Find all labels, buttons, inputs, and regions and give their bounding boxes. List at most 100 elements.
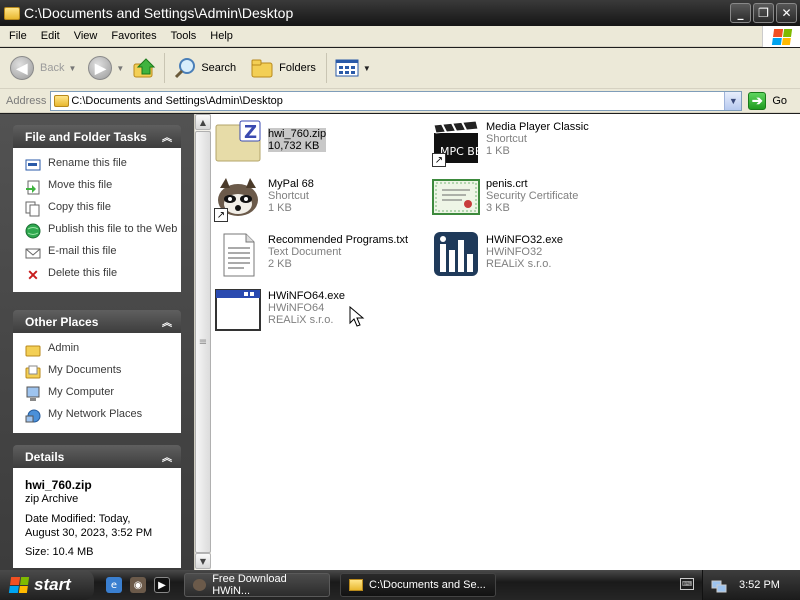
menu-help[interactable]: Help — [203, 30, 240, 42]
window-controls: _ ❐ ✕ — [730, 3, 797, 23]
place-label: My Documents — [48, 364, 122, 376]
network-tray-icon[interactable] — [711, 577, 727, 593]
file-item[interactable]: HWiNFO32.exe HWiNFO32 REALiX s.r.o. — [432, 230, 563, 278]
place-admin[interactable]: Admin — [25, 339, 181, 361]
address-input[interactable]: C:\Documents and Settings\Admin\Desktop … — [50, 90, 743, 111]
task-email[interactable]: E-mail this file — [25, 242, 181, 264]
views-button[interactable]: ▼ — [331, 51, 375, 85]
other-places-header[interactable]: Other Places ︽ — [13, 310, 181, 333]
menu-view[interactable]: View — [67, 30, 105, 42]
search-button[interactable]: Search — [169, 51, 240, 85]
collapse-chevron-icon[interactable]: ︽ — [159, 129, 175, 145]
collapse-chevron-icon[interactable]: ︽ — [159, 449, 175, 465]
task-label: Move this file — [48, 179, 113, 191]
folder-icon — [349, 579, 363, 591]
file-item[interactable]: ↗ MyPal 68 Shortcut 1 KB — [214, 174, 314, 222]
file-name: penis.crt — [486, 178, 528, 190]
details-file-type: zip Archive — [25, 493, 79, 505]
menu-bar: File Edit View Favorites Tools Help — [0, 26, 800, 47]
mouse-cursor-icon — [349, 306, 365, 327]
place-my-network[interactable]: My Network Places — [25, 405, 181, 427]
file-publisher: REALiX s.r.o. — [268, 314, 334, 326]
start-button[interactable]: start — [0, 570, 94, 600]
panel-title: File and Folder Tasks — [25, 129, 147, 144]
menu-edit[interactable]: Edit — [34, 30, 67, 42]
taskbar-button-explorer[interactable]: C:\Documents and Se... — [340, 573, 496, 597]
file-type: Shortcut — [268, 190, 309, 202]
start-label: start — [34, 575, 71, 594]
taskbar-button-browser[interactable]: Free Download HWiN... — [184, 573, 330, 597]
mpc-icon[interactable]: ▶ — [154, 577, 170, 593]
views-dropdown-icon: ▼ — [362, 63, 371, 73]
folders-button[interactable]: Folders — [246, 51, 320, 85]
file-item[interactable]: Z hwi_760.zip 10,732 KB — [214, 119, 327, 167]
task-copy[interactable]: Copy this file — [25, 198, 181, 220]
search-icon — [175, 58, 196, 79]
address-dropdown-button[interactable]: ▼ — [724, 91, 742, 110]
details-size: Size: 10.4 MB — [25, 546, 94, 558]
title-bar[interactable]: C:\Documents and Settings\Admin\Desktop … — [0, 0, 800, 26]
toolbar-separator — [325, 53, 327, 83]
file-view: Z hwi_760.zip 10,732 KB MPC BE ↗ Media P… — [211, 114, 800, 570]
panel-title: Other Places — [25, 314, 99, 329]
details-file-name: hwi_760.zip — [25, 478, 92, 492]
address-label: Address — [6, 94, 47, 107]
mypal-icon[interactable]: ◉ — [130, 577, 146, 593]
place-label: Admin — [48, 342, 80, 354]
file-folder-tasks-panel: File and Folder Tasks ︽ Rename this file… — [13, 125, 181, 292]
folders-label: Folders — [279, 62, 316, 74]
file-folder-tasks-body: Rename this file Move this file Copy thi… — [13, 148, 181, 292]
task-pane-scrollbar[interactable]: ▲ ≡ ▼ — [194, 114, 211, 570]
details-body: hwi_760.zip zip Archive Date Modified: T… — [13, 468, 181, 568]
scroll-up-button[interactable]: ▲ — [195, 114, 211, 130]
details-modified-date: August 30, 2023, 3:52 PM — [25, 527, 153, 539]
back-label: Back — [40, 62, 65, 74]
task-rename[interactable]: Rename this file — [25, 154, 181, 176]
file-item[interactable]: Recommended Programs.txt Text Document 2… — [214, 230, 408, 278]
file-item[interactable]: HWiNFO64.exe HWiNFO64 REALiX s.r.o. — [214, 286, 345, 334]
file-name: MyPal 68 — [268, 178, 314, 190]
text-document-icon — [214, 230, 262, 278]
keyboard-layout-icon[interactable]: ⌨ — [680, 578, 694, 590]
menu-favorites[interactable]: Favorites — [104, 30, 163, 42]
file-type: Security Certificate — [486, 190, 579, 202]
forward-dropdown-icon[interactable]: ▼ — [116, 64, 124, 73]
menu-tools[interactable]: Tools — [164, 30, 204, 42]
minimize-button[interactable]: _ — [730, 3, 751, 23]
file-item[interactable]: penis.crt Security Certificate 3 KB — [432, 174, 578, 222]
place-my-documents[interactable]: My Documents — [25, 361, 181, 383]
folder-icon — [4, 6, 20, 20]
back-button[interactable]: ◀ Back ▼ — [6, 51, 80, 85]
file-item[interactable]: MPC BE ↗ Media Player Classic Shortcut 1… — [432, 119, 589, 167]
task-move[interactable]: Move this file — [25, 176, 181, 198]
forward-button[interactable]: ▶ ▼ — [84, 51, 128, 85]
task-label: Publish this file to the Web — [48, 223, 178, 235]
close-button[interactable]: ✕ — [776, 3, 797, 23]
clock[interactable]: 3:52 PM — [739, 579, 780, 591]
details-header[interactable]: Details ︽ — [13, 445, 181, 468]
email-icon — [25, 245, 41, 261]
up-button[interactable] — [128, 51, 160, 85]
menu-file[interactable]: File — [0, 30, 34, 42]
back-dropdown-icon[interactable]: ▼ — [68, 64, 76, 73]
file-folder-tasks-header[interactable]: File and Folder Tasks ︽ — [13, 125, 181, 148]
move-icon — [25, 179, 41, 195]
task-publish[interactable]: Publish this file to the Web — [25, 220, 181, 242]
file-size: 2 KB — [268, 258, 292, 270]
ie-icon[interactable]: e — [106, 577, 122, 593]
collapse-chevron-icon[interactable]: ︽ — [159, 314, 175, 330]
rename-icon — [25, 157, 41, 173]
search-label: Search — [201, 62, 237, 74]
maximize-button[interactable]: ❐ — [753, 3, 774, 23]
my-computer-icon — [25, 386, 41, 402]
file-name: Media Player Classic — [486, 121, 589, 133]
go-button[interactable]: ➔ Go — [748, 91, 787, 110]
quick-launch: e ◉ ▶ — [106, 577, 170, 593]
scroll-down-button[interactable]: ▼ — [195, 553, 211, 569]
zip-archive-icon: Z — [214, 119, 262, 167]
delete-icon: ✕ — [27, 266, 39, 283]
file-type: Text Document — [268, 246, 342, 258]
place-my-computer[interactable]: My Computer — [25, 383, 181, 405]
task-delete[interactable]: ✕ Delete this file — [25, 264, 181, 286]
scroll-thumb[interactable]: ≡ — [195, 131, 211, 553]
